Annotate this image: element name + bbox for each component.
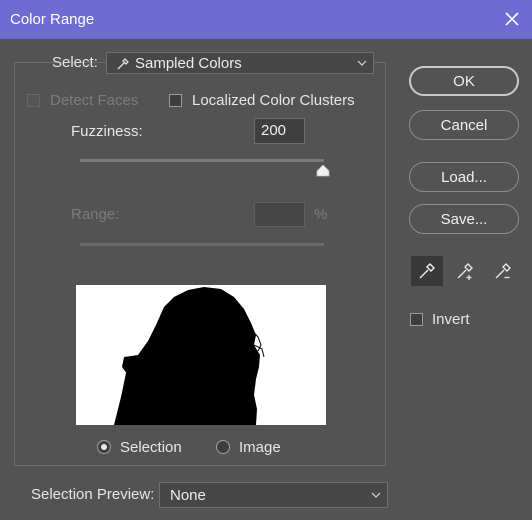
detect-faces-label: Detect Faces bbox=[50, 92, 139, 109]
select-dropdown[interactable]: Sampled Colors bbox=[106, 52, 374, 74]
window-title: Color Range bbox=[10, 11, 95, 28]
title-bar: Color Range bbox=[0, 0, 532, 39]
eyedropper-plus-icon bbox=[457, 263, 473, 280]
eyedropper-icon bbox=[419, 263, 435, 279]
selection-preview-dropdown[interactable]: None bbox=[159, 482, 388, 508]
selection-preview-image bbox=[76, 285, 326, 425]
silhouette-mask bbox=[114, 287, 265, 425]
eyedropper-plus-tool[interactable] bbox=[449, 256, 481, 286]
range-label: Range: bbox=[71, 206, 120, 223]
range-unit: % bbox=[314, 206, 328, 223]
image-radio[interactable] bbox=[216, 440, 230, 454]
select-value: Sampled Colors bbox=[135, 55, 242, 72]
fuzziness-label: Fuzziness: bbox=[71, 123, 143, 140]
chevron-down-icon bbox=[357, 60, 367, 66]
eyedropper-tool[interactable] bbox=[411, 256, 443, 286]
detect-faces-checkbox[interactable] bbox=[27, 94, 40, 107]
selection-preview-label: Selection Preview: bbox=[31, 486, 155, 503]
localized-clusters-label: Localized Color Clusters bbox=[192, 92, 355, 109]
eyedropper-minus-icon bbox=[495, 263, 511, 279]
fuzziness-slider-track[interactable] bbox=[80, 159, 324, 162]
save-button[interactable]: Save... bbox=[409, 204, 519, 234]
localized-clusters-checkbox[interactable] bbox=[169, 94, 182, 107]
fuzziness-input[interactable]: 200 bbox=[254, 118, 305, 144]
selection-radio[interactable] bbox=[97, 440, 111, 454]
image-radio-label: Image bbox=[239, 439, 281, 456]
eyedropper-minus-tool[interactable] bbox=[487, 256, 519, 286]
fuzziness-slider-thumb[interactable] bbox=[316, 165, 330, 177]
eyedropper-icon bbox=[117, 58, 129, 70]
invert-label: Invert bbox=[432, 311, 470, 328]
range-input[interactable] bbox=[254, 202, 305, 227]
selection-radio-label: Selection bbox=[120, 439, 182, 456]
range-slider-track[interactable] bbox=[80, 243, 324, 246]
load-button[interactable]: Load... bbox=[409, 162, 519, 192]
selection-preview-value: None bbox=[170, 487, 206, 504]
select-label: Select: bbox=[52, 54, 98, 71]
cancel-button[interactable]: Cancel bbox=[409, 110, 519, 140]
close-icon[interactable] bbox=[505, 12, 519, 26]
ok-button[interactable]: OK bbox=[409, 66, 519, 96]
chevron-down-icon bbox=[371, 492, 381, 498]
invert-checkbox[interactable] bbox=[410, 313, 423, 326]
